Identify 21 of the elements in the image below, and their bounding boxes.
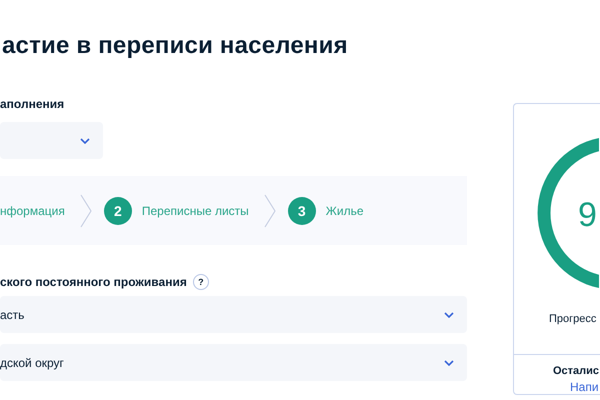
- dropdown[interactable]: [0, 122, 103, 159]
- remaining-link[interactable]: Напи: [514, 380, 600, 394]
- progress-caption: Прогресс: [548, 313, 598, 327]
- step-number[interactable]: 2: [104, 196, 132, 224]
- help-icon[interactable]: ?: [192, 274, 209, 290]
- field-label: ского постоянного проживания: [0, 274, 187, 290]
- remaining-title: Осталис: [552, 365, 600, 377]
- progress-percent: 9: [578, 196, 597, 234]
- chevron-down-icon: [444, 360, 454, 366]
- step-label[interactable]: Жилье: [326, 204, 364, 218]
- field-label: аполнения: [0, 96, 66, 112]
- page-title: астие в переписи населения: [2, 31, 349, 61]
- dropdown[interactable]: асть: [0, 296, 467, 333]
- chevron-right-icon: [264, 194, 276, 228]
- step-number[interactable]: 3: [288, 196, 316, 224]
- step-label[interactable]: нформация: [0, 204, 65, 218]
- dropdown[interactable]: дской округ: [0, 344, 467, 381]
- chevron-right-icon: [80, 194, 92, 228]
- step-label[interactable]: Переписные листы: [142, 204, 249, 218]
- chevron-down-icon: [444, 312, 454, 318]
- chevron-down-icon: [80, 138, 90, 144]
